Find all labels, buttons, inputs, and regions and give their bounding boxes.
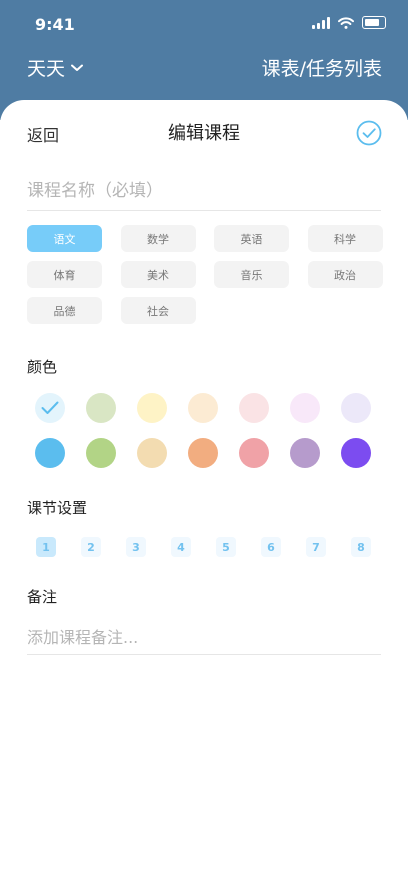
period-option[interactable]: 4 [171, 537, 191, 557]
period-option[interactable]: 7 [306, 537, 326, 557]
period-section-label: 课节设置 [27, 499, 88, 517]
subject-chip[interactable]: 数学 [120, 225, 196, 252]
color-swatch[interactable] [86, 438, 116, 468]
user-switcher[interactable]: 天天 [27, 54, 84, 81]
period-option[interactable]: 8 [351, 537, 371, 557]
status-icons [312, 16, 386, 29]
period-option[interactable]: 6 [261, 537, 281, 557]
subject-chip[interactable]: 美术 [120, 261, 196, 288]
edit-course-sheet: 返回 编辑课程 语文数学英语科学体育美术音乐政治品德社会 颜色 课节设置 123… [0, 100, 408, 883]
subject-chip[interactable]: 音乐 [214, 261, 289, 288]
subject-chip[interactable]: 语文 [27, 225, 102, 252]
cellular-signal-icon [312, 16, 330, 29]
user-name: 天天 [27, 58, 66, 80]
color-swatch[interactable] [290, 393, 320, 423]
course-note-input[interactable] [27, 620, 381, 655]
period-option[interactable]: 3 [126, 537, 146, 557]
subject-chip[interactable]: 英语 [214, 225, 289, 252]
color-palette [35, 393, 372, 468]
color-swatch[interactable] [188, 393, 218, 423]
chevron-down-icon [71, 64, 84, 71]
color-swatch[interactable] [341, 438, 371, 468]
color-swatch[interactable] [86, 393, 116, 423]
schedule-task-list-link[interactable]: 课表/任务列表 [262, 54, 382, 81]
color-swatch[interactable] [35, 393, 65, 423]
subject-chip[interactable]: 政治 [307, 261, 383, 288]
course-name-input[interactable] [27, 172, 381, 211]
subject-chip[interactable]: 体育 [27, 261, 102, 288]
color-swatch[interactable] [341, 393, 371, 423]
period-option[interactable]: 5 [216, 537, 236, 557]
status-time: 9:41 [35, 15, 75, 34]
color-swatch[interactable] [35, 438, 65, 468]
color-swatch[interactable] [137, 393, 167, 423]
confirm-check-icon[interactable] [356, 120, 382, 146]
note-section-label: 备注 [27, 588, 58, 606]
color-swatch[interactable] [239, 438, 269, 468]
period-selector: 1 2 3 4 5 6 7 8 [36, 537, 372, 557]
subject-chip-group: 语文 数学 英语 科学体育 美术 音乐 政治品德 社会 [27, 225, 383, 324]
color-swatch[interactable] [290, 438, 320, 468]
wifi-icon [338, 16, 354, 29]
check-icon [41, 401, 59, 414]
color-swatch[interactable] [239, 393, 269, 423]
period-option[interactable]: 2 [81, 537, 101, 557]
period-option[interactable]: 1 [36, 537, 56, 557]
color-swatch[interactable] [137, 438, 167, 468]
subject-chip[interactable]: 社会 [120, 297, 196, 324]
color-swatch[interactable] [188, 438, 218, 468]
subject-chip[interactable]: 科学 [307, 225, 383, 252]
color-section-label: 颜色 [27, 358, 58, 376]
page-title: 编辑课程 [168, 123, 240, 144]
battery-icon [362, 16, 386, 29]
subject-chip[interactable]: 品德 [27, 297, 102, 324]
